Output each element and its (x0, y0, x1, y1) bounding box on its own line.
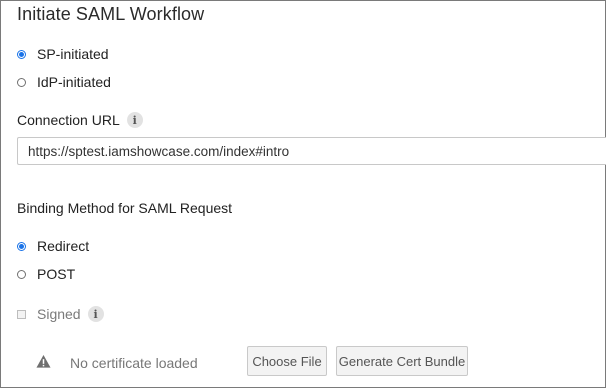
radio-sp-initiated[interactable]: SP-initiated (17, 44, 109, 64)
connection-url-label-row: Connection URL i (17, 112, 143, 128)
signed-label: Signed (37, 306, 81, 322)
connection-url-label: Connection URL (17, 112, 120, 128)
radio-label-redirect: Redirect (37, 238, 90, 254)
radio-post[interactable]: POST (17, 264, 75, 284)
certificate-status: No certificate loaded (70, 355, 198, 371)
page-title: Initiate SAML Workflow (17, 4, 205, 24)
binding-method-label: Binding Method for SAML Request (17, 200, 233, 216)
radio-button-sp-initiated[interactable] (17, 49, 26, 59)
radio-label-sp-initiated: SP-initiated (37, 46, 109, 62)
radio-button-idp-initiated[interactable] (17, 77, 26, 87)
radio-button-redirect[interactable] (17, 241, 26, 251)
choose-file-button[interactable]: Choose File (247, 346, 327, 376)
info-icon[interactable]: i (126, 112, 143, 128)
connection-url-input[interactable] (17, 137, 606, 165)
radio-label-idp-initiated: IdP-initiated (37, 74, 111, 90)
radio-label-post: POST (37, 266, 76, 282)
warning-icon (36, 354, 51, 368)
radio-redirect[interactable]: Redirect (17, 236, 89, 256)
signed-checkbox[interactable] (17, 309, 26, 319)
radio-button-post[interactable] (17, 269, 26, 279)
generate-cert-bundle-button[interactable]: Generate Cert Bundle (336, 346, 468, 376)
signed-checkbox-row: Signed i (17, 304, 104, 324)
radio-idp-initiated[interactable]: IdP-initiated (17, 72, 111, 92)
info-icon[interactable]: i (87, 306, 104, 322)
